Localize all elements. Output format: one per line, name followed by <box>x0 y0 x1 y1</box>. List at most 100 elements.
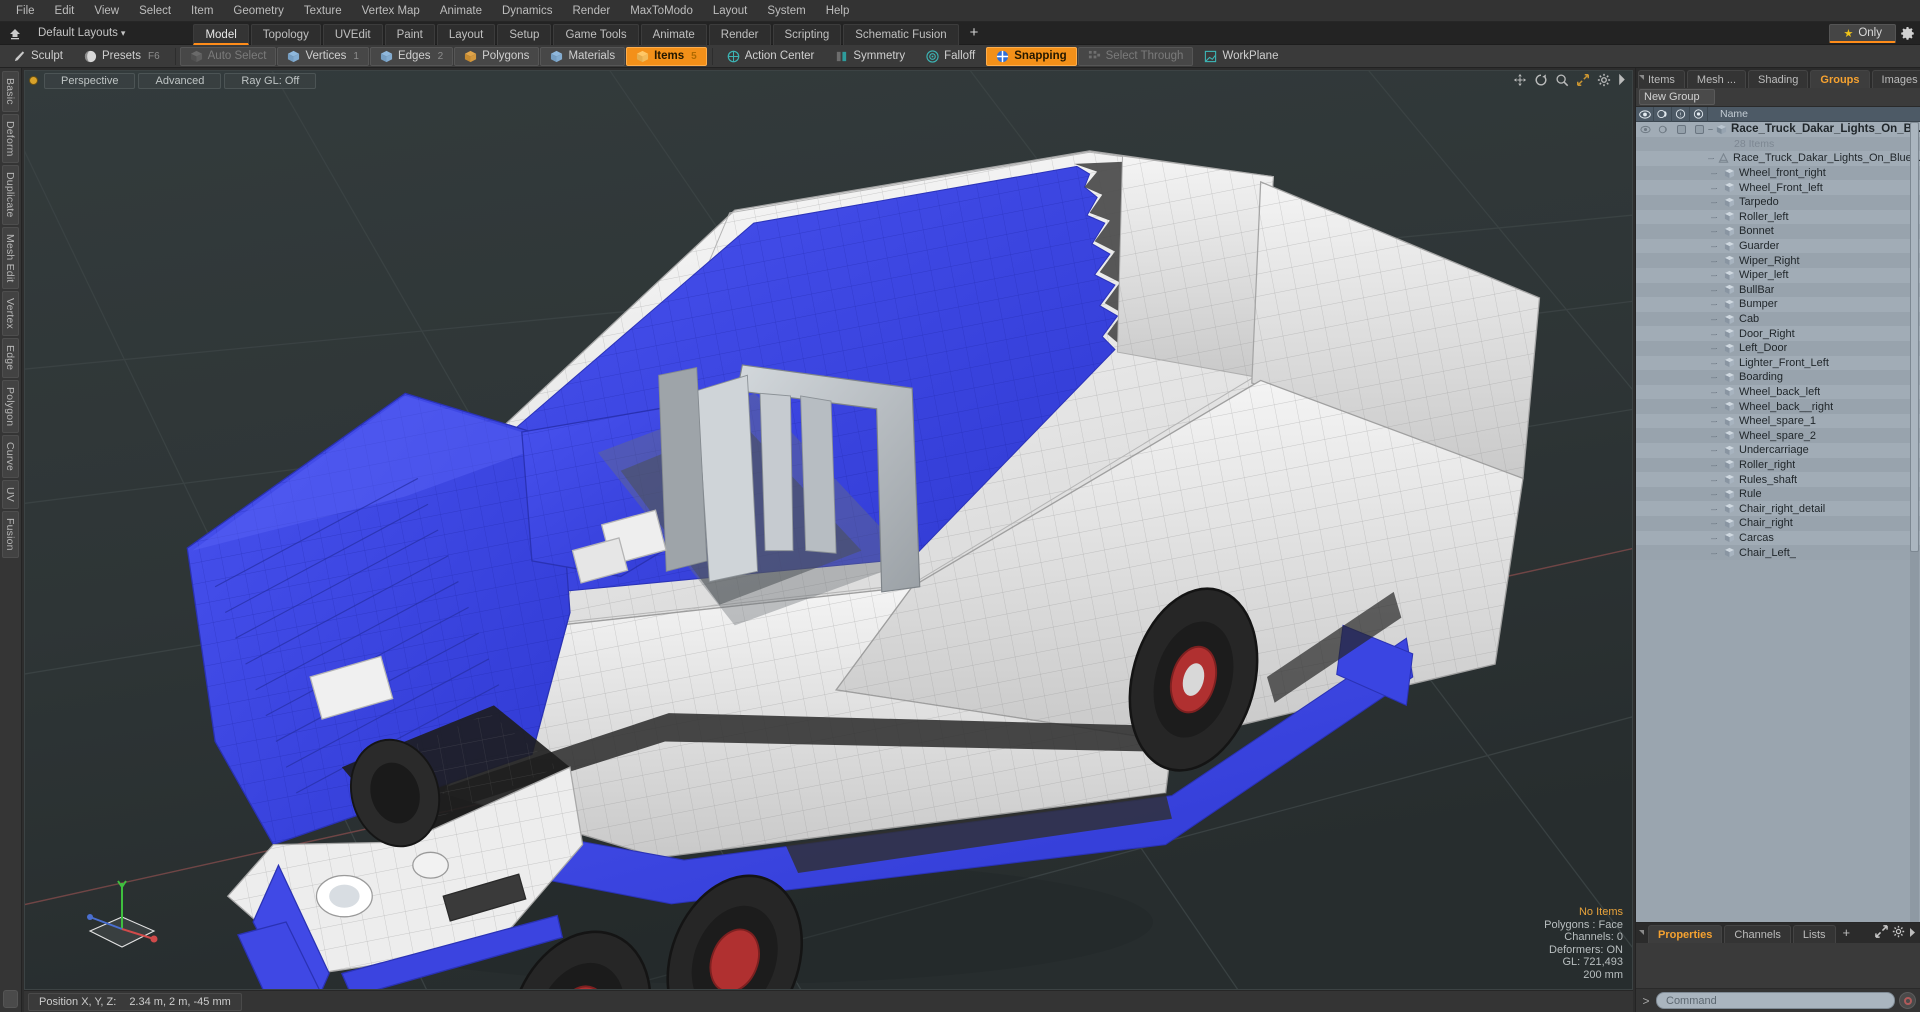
default-layouts-dropdown[interactable]: Default Layouts ▾ <box>32 25 131 41</box>
viewport-indicator-dot[interactable] <box>29 76 38 85</box>
tree-row-item[interactable]: –· Wheel_spare_2 <box>1636 428 1920 444</box>
mode-button-vertices[interactable]: Vertices 1 <box>277 46 369 66</box>
tree-row-item[interactable]: –· Bumper <box>1636 297 1920 312</box>
position-readout[interactable]: Position X, Y, Z: 2.34 m, 2 m, -45 mm <box>28 992 242 1011</box>
tool-tab-vertex[interactable]: Vertex <box>2 291 19 337</box>
record-icon[interactable] <box>1899 992 1916 1009</box>
panel-menu-icon[interactable] <box>1638 925 1648 943</box>
add-properties-tab-button[interactable]: + <box>1838 925 1856 943</box>
panel-tab-shading[interactable]: Shading <box>1748 70 1809 88</box>
panel-tab-groups[interactable]: Groups <box>1810 70 1870 88</box>
tool-tab-fusion[interactable]: Fusion <box>2 511 19 558</box>
tree-row-item[interactable]: –· Wheel_back__right <box>1636 399 1920 414</box>
tree-row-item[interactable]: –· Tarpedo <box>1636 194 1920 210</box>
layout-tab-animate[interactable]: Animate <box>640 23 707 45</box>
tree-scrollbar-thumb[interactable] <box>1910 122 1919 552</box>
tree-row-item[interactable]: –· Boarding <box>1636 370 1920 385</box>
layout-tab-paint[interactable]: Paint <box>384 23 435 45</box>
tree-row-item[interactable]: –· Wheel_front_right <box>1636 165 1920 181</box>
layout-tab-topology[interactable]: Topology <box>250 23 321 45</box>
tool-tab-uv[interactable]: UV <box>2 480 19 510</box>
gear-icon[interactable] <box>1597 73 1611 87</box>
race-truck-model[interactable] <box>25 71 1632 989</box>
tree-row-item[interactable]: –· Rules_shaft <box>1636 472 1920 487</box>
tree-row-item[interactable]: –· Door_Right <box>1636 326 1920 341</box>
layout-tab-schematic-fusion[interactable]: Schematic Fusion <box>843 23 959 45</box>
tree-row-item[interactable]: –· Left_Door <box>1636 340 1920 356</box>
viewport-shading-button[interactable]: Advanced <box>138 72 222 89</box>
panel-tab-items[interactable]: Items <box>1638 70 1685 88</box>
shade-icon[interactable] <box>1690 106 1708 122</box>
menu-item-dynamics[interactable]: Dynamics <box>492 3 562 19</box>
menu-item-help[interactable]: Help <box>816 3 860 19</box>
tool-tab-deform[interactable]: Deform <box>2 113 19 164</box>
new-group-button[interactable]: New Group <box>1639 89 1715 105</box>
layout-tab-scripting[interactable]: Scripting <box>772 23 842 45</box>
tree-row-item[interactable]: –· Wheel_spare_1 <box>1636 413 1920 429</box>
tree-row-item[interactable]: –· Undercarriage <box>1636 443 1920 458</box>
tree-row-group[interactable]: – Race_Truck_Dakar_Lights_On_B... <box>1636 122 1920 137</box>
row-eye-toggle[interactable] <box>1636 122 1654 137</box>
panel-tab-images[interactable]: Images <box>1871 70 1920 88</box>
tool-tab-curve[interactable]: Curve <box>2 435 19 479</box>
mode-button-auto-select[interactable]: Auto Select <box>179 46 277 66</box>
tree-row-item[interactable]: –· Wheel_Front_left <box>1636 180 1920 195</box>
row-shade-checkbox[interactable] <box>1690 122 1708 137</box>
tree-row-item[interactable]: –· Chair_right_detail <box>1636 501 1920 517</box>
panel-tab-lists[interactable]: Lists <box>1792 925 1836 943</box>
lock-icon[interactable]: ! <box>1672 106 1690 122</box>
tree-row-item[interactable]: –· Lighter_Front_Left <box>1636 355 1920 371</box>
gear-icon[interactable] <box>1892 925 1905 943</box>
command-input[interactable]: Command <box>1656 992 1895 1009</box>
group-tree[interactable]: – Race_Truck_Dakar_Lights_On_B... 28 Items… <box>1636 122 1920 922</box>
tree-row-item[interactable]: –· Rule <box>1636 486 1920 502</box>
viewport-raygl-button[interactable]: Ray GL: Off <box>224 72 317 89</box>
tree-row-item[interactable]: –· Roller_right <box>1636 457 1920 473</box>
layout-tab-uvedit[interactable]: UVEdit <box>322 23 383 45</box>
row-render-toggle[interactable] <box>1654 122 1672 137</box>
gear-icon[interactable] <box>1900 26 1915 41</box>
mode-button-falloff[interactable]: Falloff <box>916 47 985 66</box>
tree-row-item[interactable]: –· Bonnet <box>1636 224 1920 239</box>
menu-item-select[interactable]: Select <box>129 3 181 19</box>
mode-button-symmetry[interactable]: Symmetry <box>825 47 915 66</box>
viewport-perspective-button[interactable]: Perspective <box>44 72 136 89</box>
menu-item-file[interactable]: File <box>6 3 45 19</box>
layout-tab-layout[interactable]: Layout <box>436 23 496 45</box>
tool-tab-duplicate[interactable]: Duplicate <box>2 165 19 225</box>
panel-tab-mesh[interactable]: Mesh ... <box>1686 70 1747 88</box>
tree-row-item[interactable]: –· Carcas <box>1636 530 1920 546</box>
menu-item-view[interactable]: View <box>84 3 129 19</box>
mode-button-action-center[interactable]: Action Center <box>717 47 825 66</box>
tree-row-item[interactable]: –· Roller_left <box>1636 209 1920 225</box>
menu-item-maxtomodo[interactable]: MaxToModo <box>620 3 703 19</box>
layout-tab-game-tools[interactable]: Game Tools <box>553 23 639 45</box>
layout-tab-render[interactable]: Render <box>708 23 771 45</box>
chevron-right-icon[interactable] <box>1618 73 1627 87</box>
tool-tab-basic[interactable]: Basic <box>2 71 19 112</box>
tree-row-count[interactable]: 28 Items <box>1636 136 1920 152</box>
tree-row-item[interactable]: –· Wiper_left <box>1636 267 1920 283</box>
menu-item-item[interactable]: Item <box>181 3 223 19</box>
mode-button-select-through[interactable]: Select Through <box>1077 46 1194 66</box>
render-icon[interactable] <box>1654 106 1672 122</box>
mode-button-presets[interactable]: Presets F6 <box>74 47 170 66</box>
tree-row-item[interactable]: –· Wheel_back_left <box>1636 384 1920 400</box>
tree-row-item[interactable]: –· Cab <box>1636 311 1920 327</box>
tree-row-item[interactable]: –· BullBar <box>1636 282 1920 298</box>
chevron-right-icon[interactable] <box>1909 925 1916 943</box>
menu-item-vertex-map[interactable]: Vertex Map <box>352 3 430 19</box>
tree-row-item[interactable]: –· Wiper_Right <box>1636 253 1920 268</box>
menu-item-texture[interactable]: Texture <box>294 3 352 19</box>
expand-icon[interactable] <box>1875 925 1888 943</box>
menu-item-animate[interactable]: Animate <box>430 3 492 19</box>
tree-row-item[interactable]: –· Guarder <box>1636 238 1920 254</box>
tree-row-item[interactable]: –· Chair_Left_ <box>1636 545 1920 560</box>
mode-button-sculpt[interactable]: Sculpt <box>3 47 73 66</box>
layout-tab-model[interactable]: Model <box>193 23 249 45</box>
mode-button-edges[interactable]: Edges 2 <box>369 46 454 66</box>
zoom-icon[interactable] <box>1555 73 1569 87</box>
rail-collapse-handle[interactable] <box>3 990 18 1008</box>
fit-icon[interactable] <box>1576 73 1590 87</box>
mode-button-polygons[interactable]: Polygons <box>454 46 540 66</box>
